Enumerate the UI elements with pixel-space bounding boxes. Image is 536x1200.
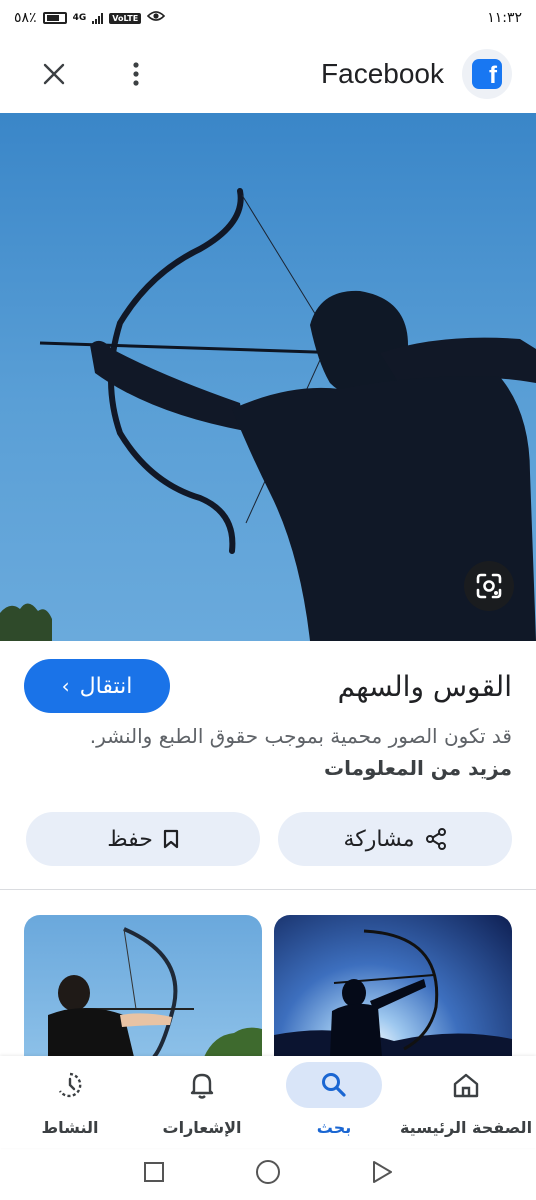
visit-button[interactable]: ‹ انتقال — [24, 659, 170, 713]
main-image[interactable] — [0, 113, 536, 641]
action-buttons: حفظ مشاركة — [26, 812, 512, 866]
circle-icon — [256, 1160, 280, 1184]
save-button[interactable]: حفظ — [26, 812, 260, 866]
bookmark-icon — [163, 829, 178, 849]
google-lens-icon — [476, 573, 502, 599]
nav-search[interactable]: بحث — [270, 1056, 398, 1148]
more-options-button[interactable] — [118, 56, 154, 92]
system-navigation — [0, 1148, 536, 1200]
eye-icon — [147, 10, 166, 26]
nav-home[interactable]: الصفحة الرئيسية — [399, 1056, 533, 1148]
facebook-logo-icon: f — [462, 49, 512, 99]
nav-activity[interactable]: النشاط — [6, 1056, 134, 1148]
close-button[interactable] — [36, 56, 72, 92]
share-label: مشاركة — [343, 826, 415, 852]
site-name: Facebook — [321, 58, 444, 89]
related-image[interactable] — [24, 915, 262, 1057]
nav-notifications[interactable]: الإشعارات — [138, 1056, 266, 1148]
back-button[interactable] — [371, 1160, 393, 1188]
share-icon — [425, 828, 446, 850]
divider — [0, 889, 536, 890]
close-icon — [43, 63, 65, 85]
signal-icon — [92, 12, 104, 24]
related-image-archer-sunset — [274, 929, 512, 1057]
status-icons: ٥٨٪ 4G VoLTE — [14, 10, 166, 26]
recents-button[interactable] — [143, 1161, 165, 1187]
source-site[interactable]: Facebook f — [321, 49, 512, 99]
home-system-button[interactable] — [255, 1159, 281, 1189]
home-icon — [453, 1073, 479, 1098]
clock: ١١:٣٢ — [487, 10, 522, 26]
nav-label: بحث — [316, 1118, 352, 1137]
search-icon — [322, 1073, 346, 1097]
nav-label: الإشعارات — [162, 1118, 242, 1137]
viewer-header: Facebook f — [0, 36, 536, 112]
activity-history-icon — [58, 1072, 82, 1098]
square-icon — [144, 1162, 164, 1182]
copyright-notice: قد تكون الصور محمية بموجب حقوق الطبع وال… — [82, 720, 512, 784]
volte-badge: VoLTE — [109, 12, 142, 24]
related-image[interactable] — [274, 915, 512, 1057]
archer-silhouette — [0, 188, 536, 641]
battery-icon — [42, 12, 67, 24]
result-title-row: ‹ انتقال القوس والسهم — [24, 658, 512, 714]
more-info-link[interactable]: مزيد من المعلومات — [324, 756, 512, 780]
triangle-back-icon — [373, 1161, 392, 1183]
google-lens-button[interactable] — [464, 561, 514, 611]
nav-label: الصفحة الرئيسية — [399, 1118, 533, 1137]
more-vert-icon — [133, 62, 139, 86]
battery-percent: ٥٨٪ — [14, 10, 37, 26]
chevron-left-icon: ‹ — [61, 674, 70, 698]
visit-label: انتقال — [79, 673, 133, 699]
related-image-archer-boy — [48, 927, 262, 1057]
share-button[interactable]: مشاركة — [278, 812, 512, 866]
image-title: القوس والسهم — [337, 669, 512, 703]
save-label: حفظ — [107, 826, 153, 852]
bottom-navigation: النشاط الإشعارات بحث الصفحة الرئيسية — [0, 1056, 536, 1148]
nav-label: النشاط — [41, 1118, 99, 1137]
status-bar: ٥٨٪ 4G VoLTE ١١:٣٢ — [0, 0, 536, 36]
copyright-text: قد تكون الصور محمية بموجب حقوق الطبع وال… — [89, 724, 512, 748]
network-type: 4G — [72, 12, 87, 23]
bell-icon — [190, 1073, 214, 1099]
